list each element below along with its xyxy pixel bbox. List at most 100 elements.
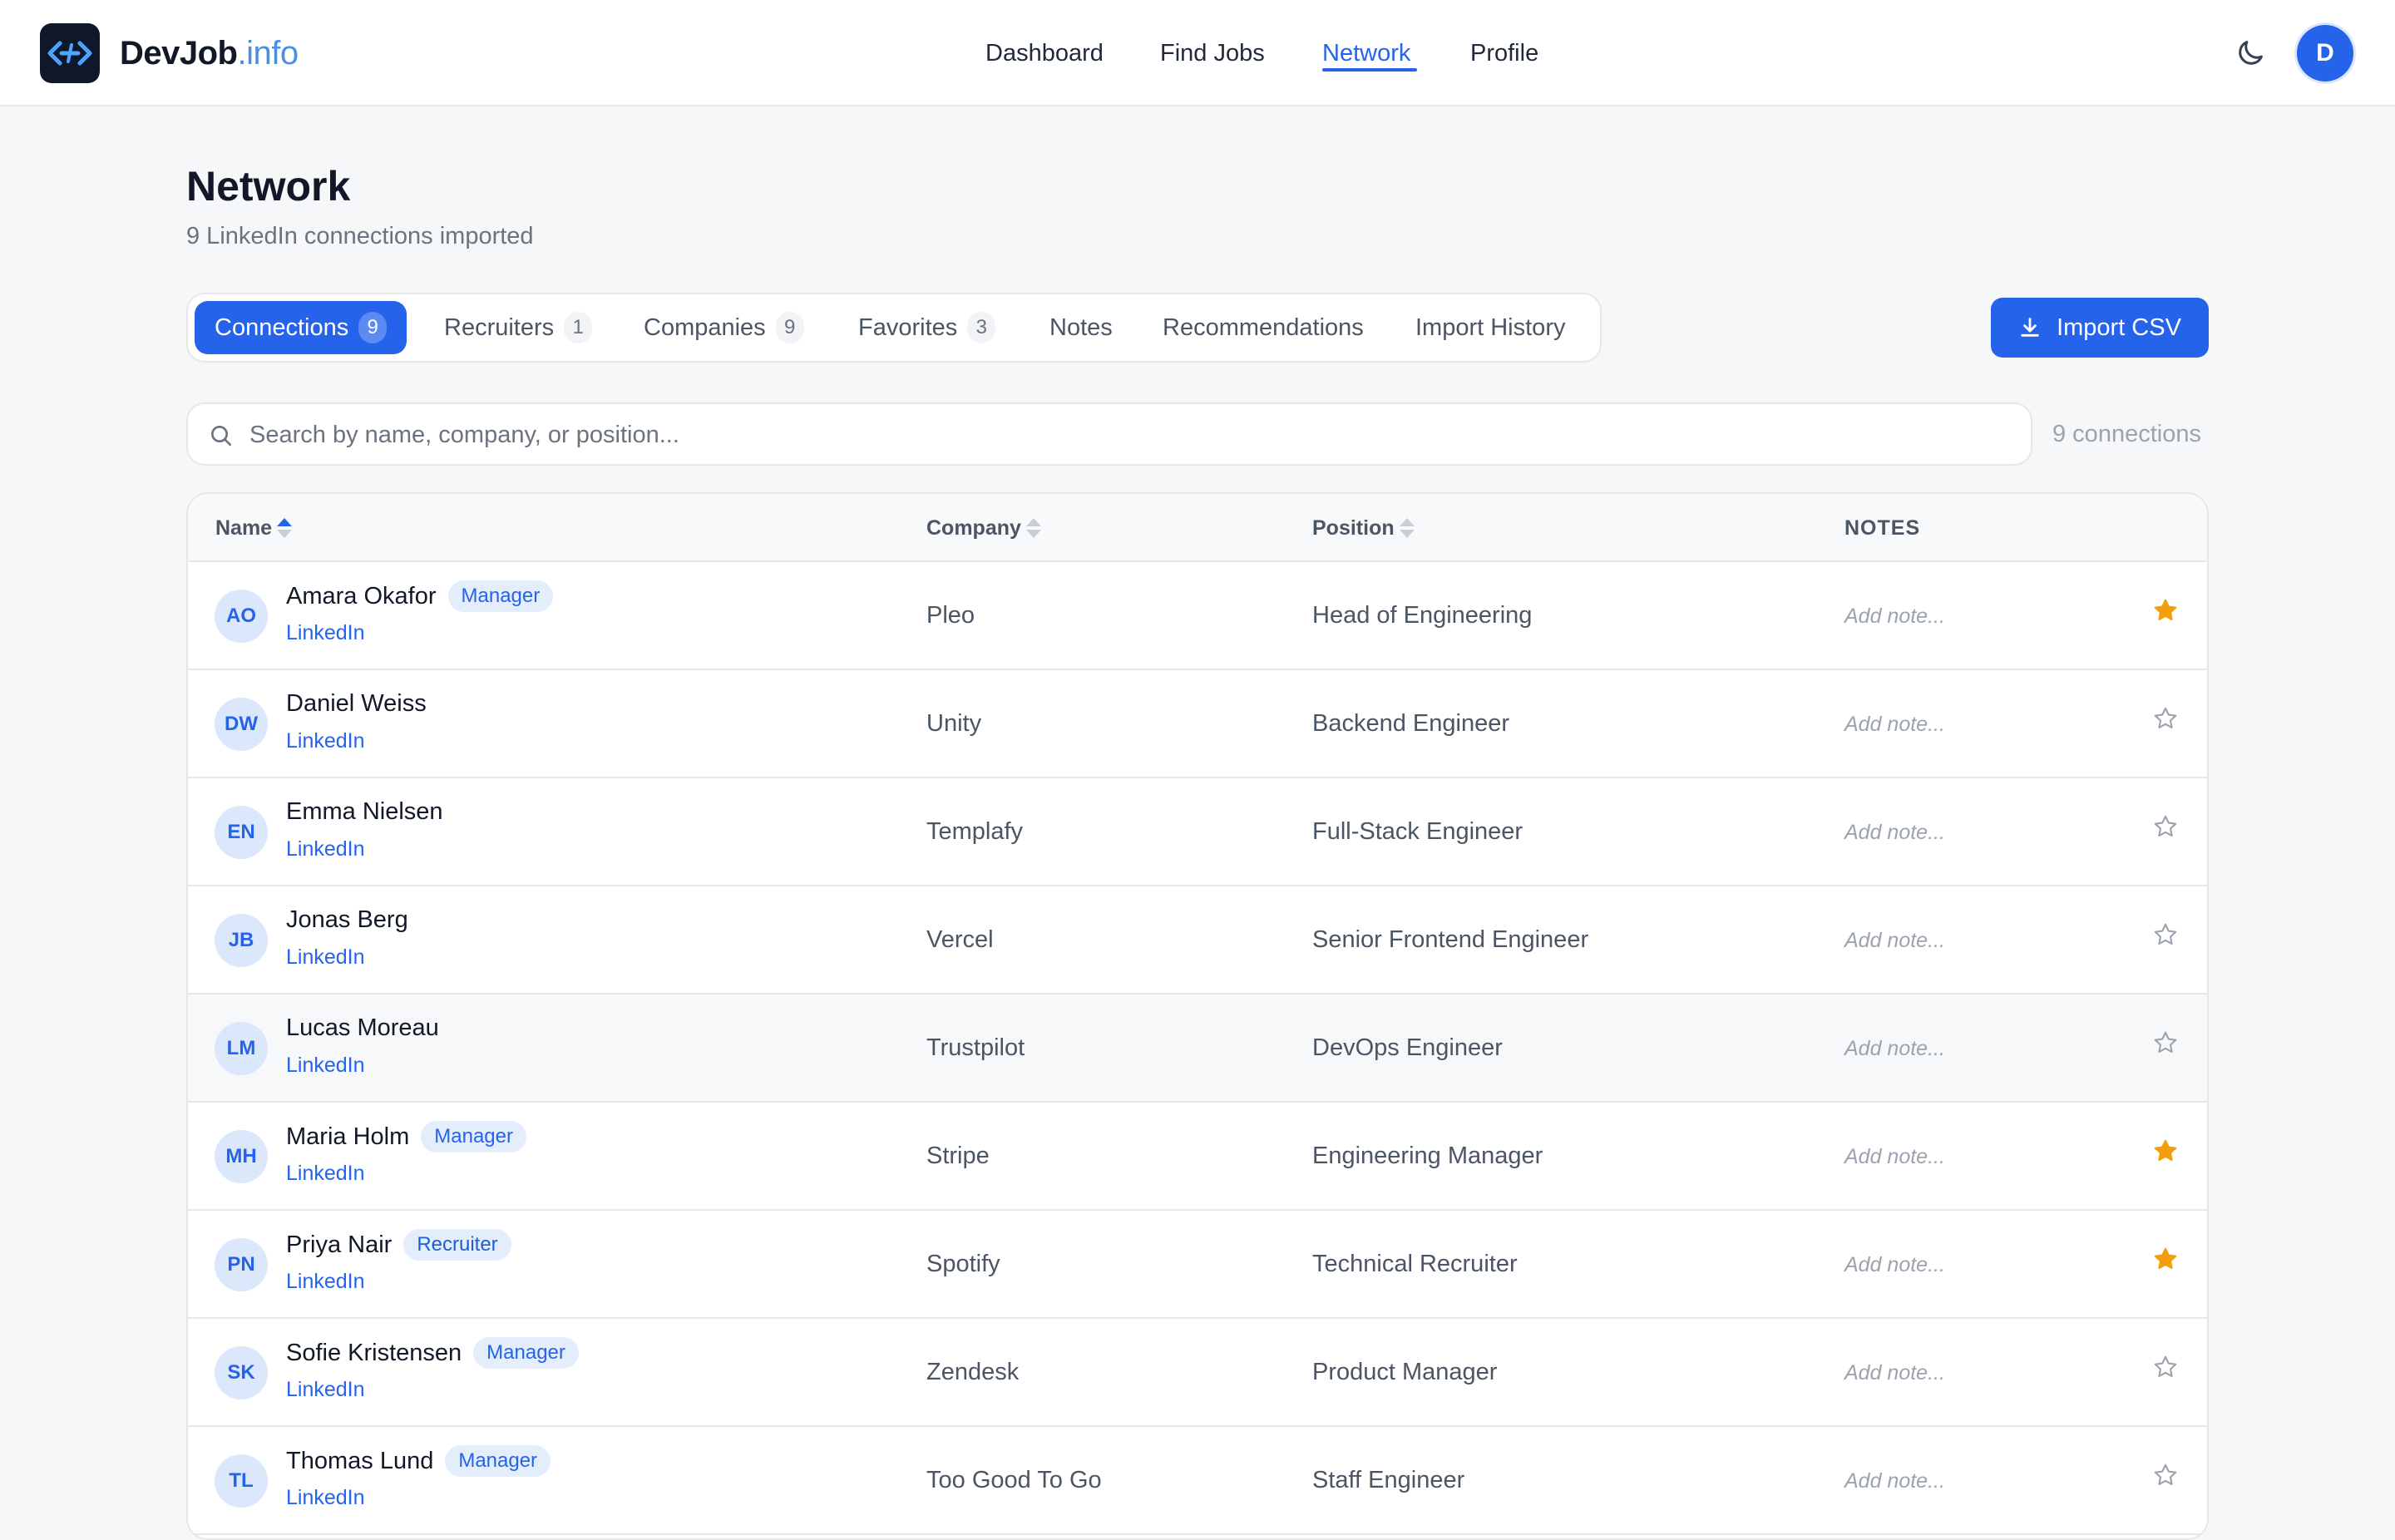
avatar: MH — [215, 1130, 268, 1183]
table-row[interactable]: JB Jonas Berg LinkedIn Vercel Senior Fronten… — [188, 886, 2207, 995]
position-cell: Full-Stack Engineer — [1312, 818, 1523, 845]
company-cell: Vercel — [926, 926, 994, 953]
star-icon[interactable] — [2152, 1029, 2179, 1056]
search-icon — [211, 426, 231, 446]
import-csv-label: Import CSV — [2057, 313, 2181, 341]
linkedin-link[interactable]: LinkedIn — [286, 728, 365, 753]
tab-label: Favorites — [858, 314, 958, 341]
linkedin-link[interactable]: LinkedIn — [286, 1377, 365, 1402]
table-row[interactable]: DW Daniel Weiss LinkedIn Unity Backend Engin… — [188, 670, 2207, 778]
column-header-position[interactable]: Position — [1312, 516, 1416, 540]
linkedin-link[interactable]: LinkedIn — [286, 945, 365, 970]
table-row[interactable]: PN Priya Nair Recruiter LinkedIn Spotify Tech… — [188, 1211, 2207, 1319]
tab-recommendations[interactable]: Recommendations — [1163, 301, 1364, 354]
company-cell: Spotify — [926, 1251, 1000, 1277]
search-box — [186, 402, 2032, 466]
nav-active-indicator — [1322, 68, 1417, 72]
nav-dashboard[interactable]: Dashboard — [985, 37, 1104, 70]
add-note-field[interactable]: Add note... — [1844, 1468, 1945, 1493]
star-icon[interactable] — [2152, 1246, 2179, 1272]
add-note-field[interactable]: Add note... — [1844, 928, 1945, 953]
top-navigation-bar: DevJob.info Dashboard Find Jobs Network … — [0, 0, 2395, 106]
tab-recruiters[interactable]: Recruiters 1 — [444, 301, 593, 354]
nav-find-jobs[interactable]: Find Jobs — [1160, 37, 1265, 70]
table-row[interactable]: LM Lucas Moreau LinkedIn Trustpilot DevOps E… — [188, 995, 2207, 1103]
star-icon[interactable] — [2152, 1138, 2179, 1164]
connections-count: 9 connections — [2052, 421, 2201, 447]
brand-main: DevJob — [120, 35, 238, 72]
position-cell: Product Manager — [1312, 1359, 1498, 1385]
avatar: AO — [215, 590, 268, 643]
company-cell: Templafy — [926, 818, 1024, 845]
linkedin-link[interactable]: LinkedIn — [286, 1161, 365, 1186]
tab-notes[interactable]: Notes — [1049, 301, 1113, 354]
add-note-field[interactable]: Add note... — [1844, 604, 1945, 629]
tab-label: Recruiters — [444, 314, 555, 341]
table-row[interactable]: MH Maria Holm Manager LinkedIn Stripe Enginee… — [188, 1103, 2207, 1211]
column-header-name[interactable]: Name — [215, 516, 294, 540]
page-title: Network — [186, 163, 351, 210]
linkedin-link[interactable]: LinkedIn — [286, 1485, 365, 1510]
table-row[interactable]: EN Emma Nielsen LinkedIn Templafy Full-Stack… — [188, 778, 2207, 886]
position-cell: Staff Engineer — [1312, 1467, 1465, 1493]
moon-icon[interactable] — [2234, 37, 2267, 70]
name-text: Lucas Moreau — [286, 1014, 439, 1041]
linkedin-link[interactable]: LinkedIn — [286, 837, 365, 861]
star-icon[interactable] — [2152, 597, 2179, 624]
logo[interactable] — [40, 23, 100, 83]
table-row[interactable]: AO Amara Okafor Manager LinkedIn Pleo Head of… — [188, 562, 2207, 670]
avatar: LM — [215, 1022, 268, 1075]
table-row[interactable]: SK Sofie Kristensen Manager LinkedIn Zendesk… — [188, 1319, 2207, 1427]
column-label: Name — [215, 516, 273, 540]
brand-tld: .info — [237, 35, 299, 72]
connection-name: Maria Holm Manager — [286, 1121, 526, 1153]
brand-name[interactable]: DevJob.info — [120, 30, 299, 77]
search-input[interactable] — [249, 416, 1996, 454]
sort-arrows-icon — [1025, 518, 1041, 538]
add-note-field[interactable]: Add note... — [1844, 1144, 1945, 1169]
tab-favorites[interactable]: Favorites 3 — [858, 301, 996, 354]
star-icon[interactable] — [2152, 1354, 2179, 1380]
position-cell: DevOps Engineer — [1312, 1034, 1503, 1061]
nav-profile[interactable]: Profile — [1470, 37, 1538, 70]
user-avatar[interactable]: D — [2297, 25, 2353, 81]
company-cell: Too Good To Go — [926, 1467, 1102, 1493]
star-icon[interactable] — [2152, 1462, 2179, 1488]
connection-name: Amara Okafor Manager — [286, 580, 554, 612]
tab-count: 1 — [564, 312, 593, 343]
company-cell: Zendesk — [926, 1359, 1020, 1385]
add-note-field[interactable]: Add note... — [1844, 712, 1945, 737]
add-note-field[interactable]: Add note... — [1844, 1036, 1945, 1061]
position-cell: Senior Frontend Engineer — [1312, 926, 1589, 953]
nav-network[interactable]: Network — [1322, 37, 1410, 70]
import-csv-button[interactable]: Import CSV — [1991, 298, 2209, 358]
tab-label: Import History — [1415, 314, 1566, 341]
name-text: Daniel Weiss — [286, 690, 427, 717]
linkedin-link[interactable]: LinkedIn — [286, 620, 365, 645]
add-note-field[interactable]: Add note... — [1844, 820, 1945, 845]
star-icon[interactable] — [2152, 705, 2179, 732]
company-cell: Unity — [926, 710, 982, 737]
name-text: Maria Holm — [286, 1123, 410, 1150]
name-text: Jonas Berg — [286, 906, 408, 933]
table-header: Name Company Position NOTES — [188, 494, 2207, 562]
tab-label: Notes — [1049, 314, 1113, 341]
linkedin-link[interactable]: LinkedIn — [286, 1269, 365, 1294]
table-row[interactable]: TL Thomas Lund Manager LinkedIn Too Good To … — [188, 1427, 2207, 1535]
add-note-field[interactable]: Add note... — [1844, 1360, 1945, 1385]
column-header-company[interactable]: Company — [926, 516, 1043, 540]
tab-companies[interactable]: Companies 9 — [644, 301, 804, 354]
code-arrows-icon — [47, 41, 92, 66]
connections-table: Name Company Position NOTES AO Amara Okaf… — [186, 492, 2209, 1540]
tab-connections[interactable]: Connections 9 — [195, 301, 407, 354]
linkedin-link[interactable]: LinkedIn — [286, 1053, 365, 1078]
connection-name: Lucas Moreau — [286, 1013, 439, 1043]
tab-import-history[interactable]: Import History — [1415, 301, 1565, 354]
star-icon[interactable] — [2152, 921, 2179, 948]
avatar: TL — [215, 1454, 268, 1508]
tab-label: Companies — [644, 314, 766, 341]
role-badge: Recruiter — [403, 1229, 511, 1261]
add-note-field[interactable]: Add note... — [1844, 1252, 1945, 1277]
star-icon[interactable] — [2152, 813, 2179, 840]
column-header-notes: NOTES — [1844, 516, 1921, 540]
